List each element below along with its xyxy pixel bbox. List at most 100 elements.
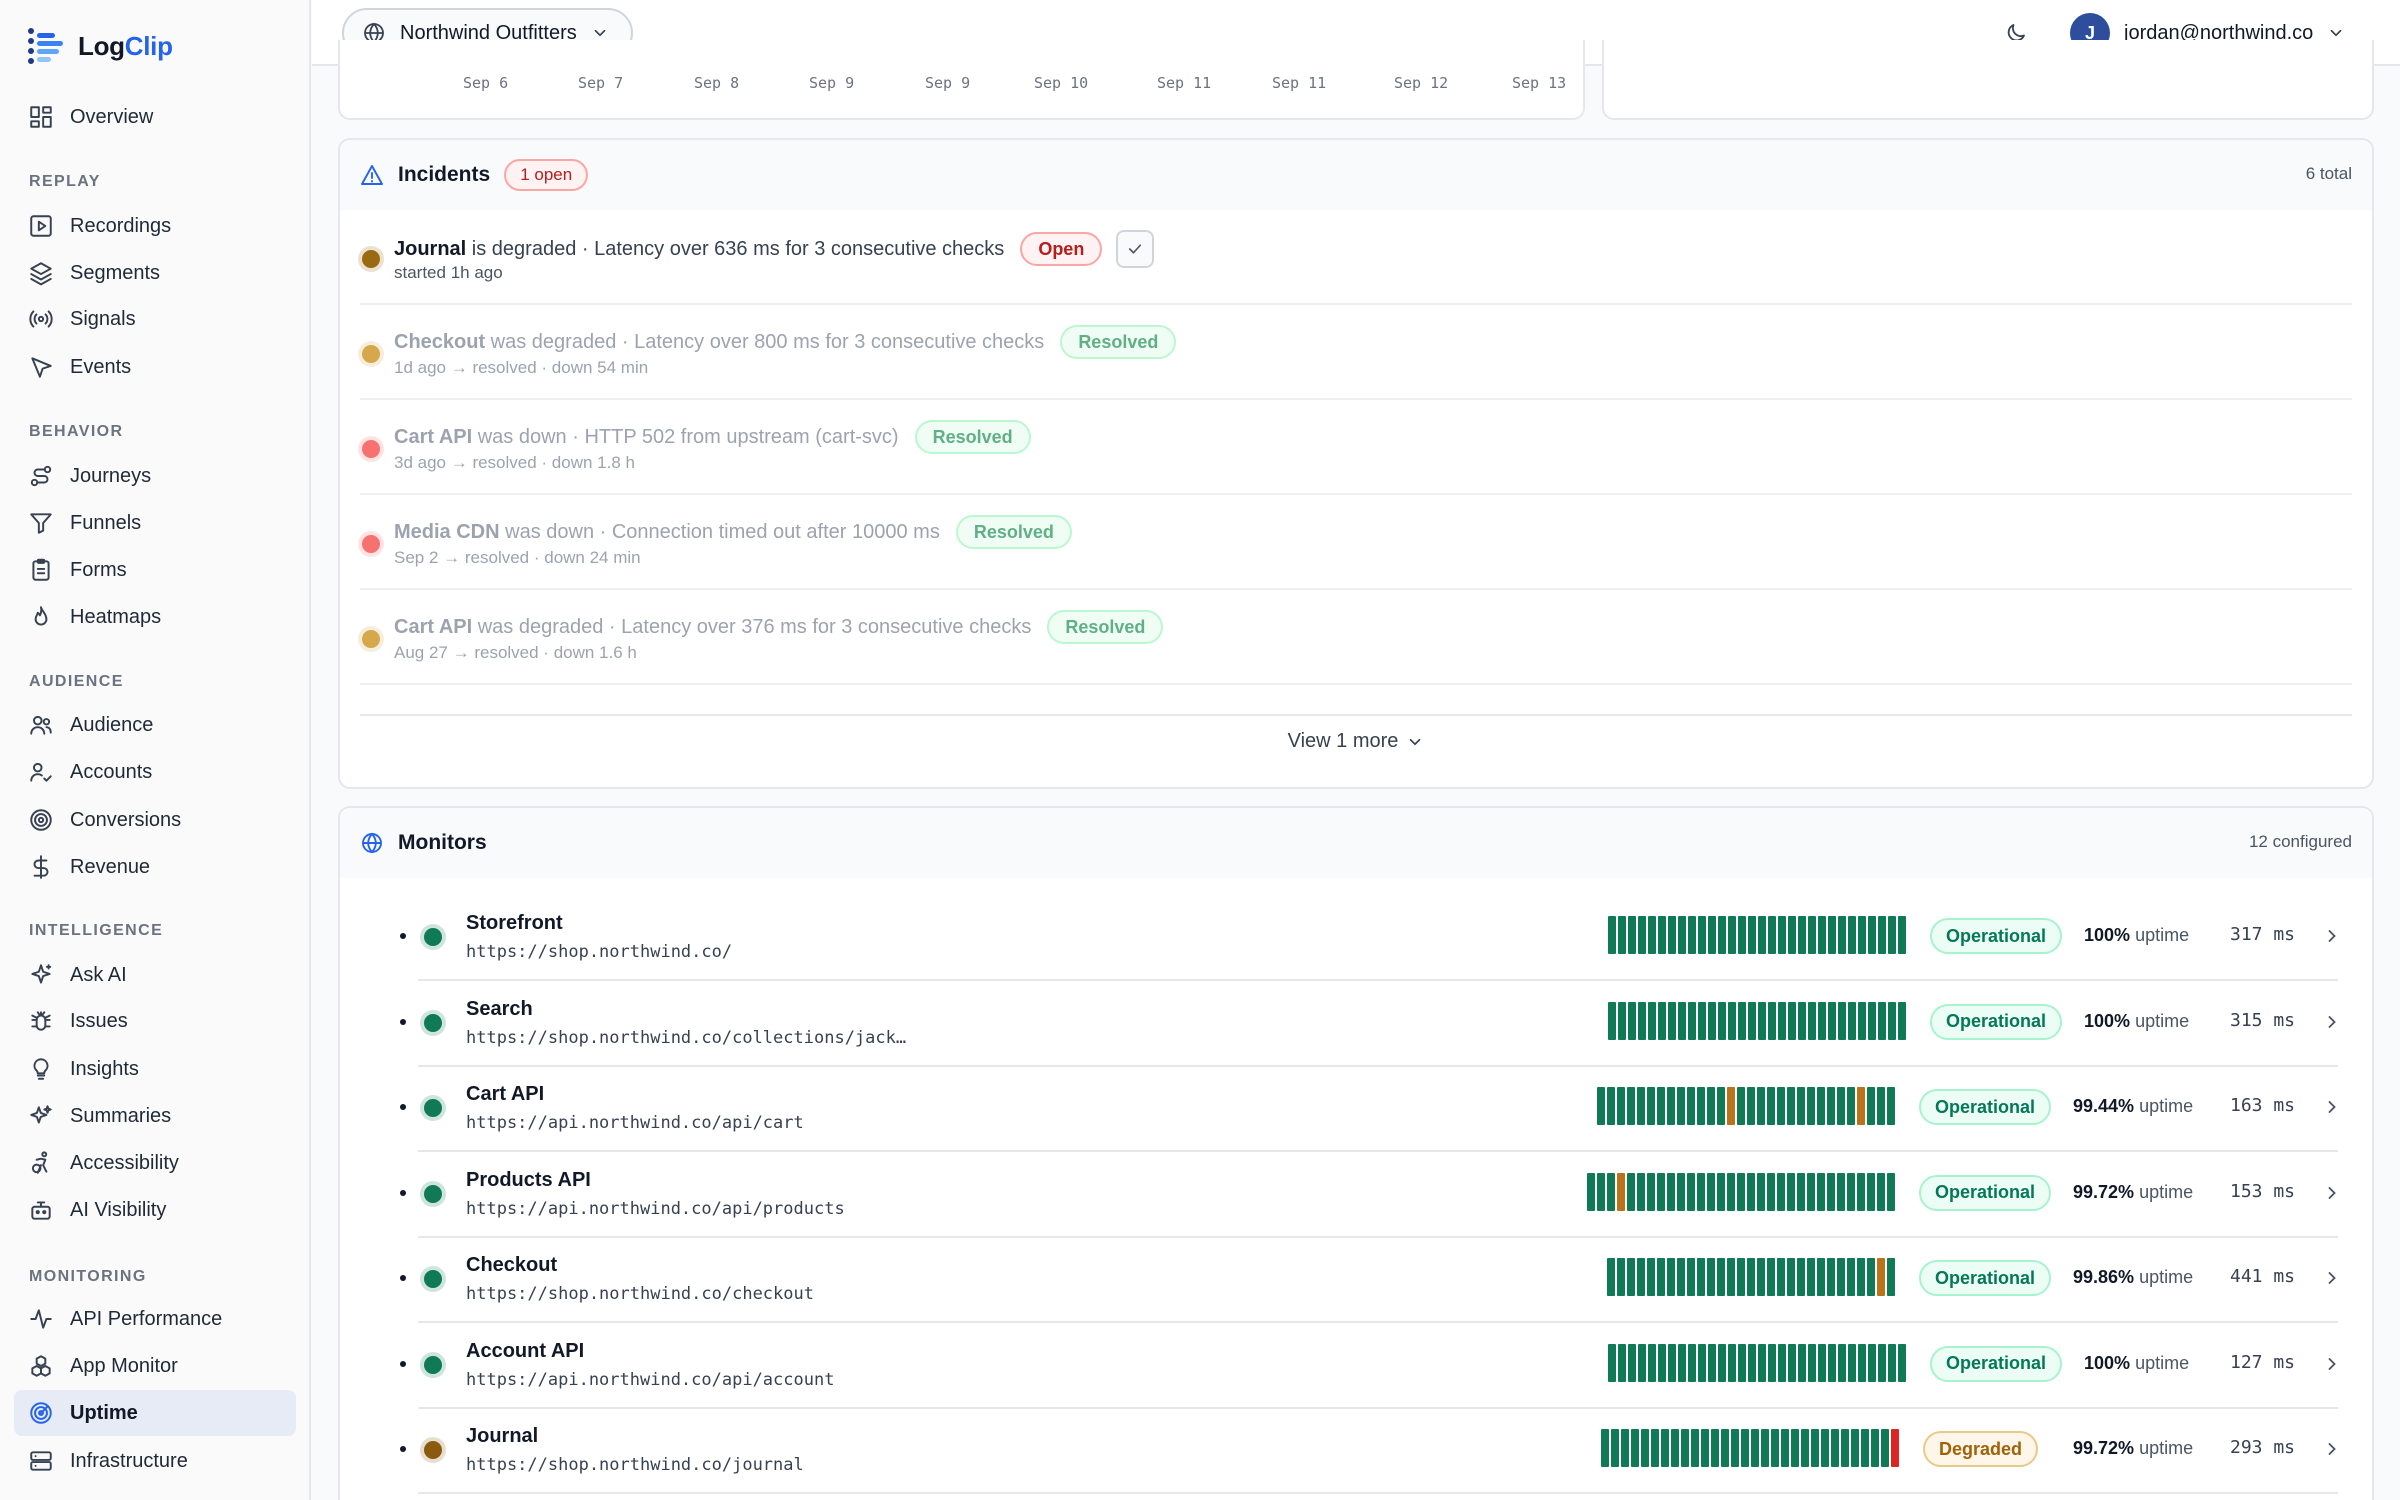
uptime-bar[interactable]: [1798, 1001, 1806, 1040]
uptime-bar[interactable]: [1627, 1258, 1635, 1296]
uptime-bar[interactable]: [1738, 1001, 1746, 1040]
uptime-bar[interactable]: [1788, 916, 1796, 954]
sidebar-item-events[interactable]: Events: [14, 344, 296, 390]
uptime-bar[interactable]: [1688, 916, 1696, 954]
uptime-bar[interactable]: [1677, 1258, 1685, 1296]
uptime-bar[interactable]: [1667, 1258, 1675, 1296]
chevron-right-icon[interactable]: [2322, 1439, 2342, 1459]
uptime-bar[interactable]: [1787, 1258, 1795, 1296]
uptime-bar[interactable]: [1798, 916, 1806, 954]
uptime-bar[interactable]: [1877, 1172, 1885, 1211]
uptime-bar[interactable]: [1781, 1429, 1789, 1467]
uptime-bar[interactable]: [1888, 1001, 1896, 1040]
uptime-bar[interactable]: [1688, 1343, 1696, 1382]
uptime-bar[interactable]: [1657, 1087, 1665, 1125]
uptime-bar[interactable]: [1797, 1172, 1805, 1211]
uptime-bar[interactable]: [1787, 1172, 1795, 1211]
uptime-bar[interactable]: [1747, 1172, 1755, 1211]
chevron-right-icon[interactable]: [2322, 1097, 2342, 1117]
uptime-bar[interactable]: [1887, 1087, 1895, 1125]
uptime-bar[interactable]: [1878, 916, 1886, 954]
uptime-bar[interactable]: [1678, 916, 1686, 954]
uptime-bar[interactable]: [1857, 1087, 1865, 1125]
uptime-bar[interactable]: [1677, 1087, 1685, 1125]
uptime-bar[interactable]: [1737, 1258, 1745, 1296]
uptime-bar[interactable]: [1848, 916, 1856, 954]
uptime-bar[interactable]: [1707, 1172, 1715, 1211]
uptime-bar[interactable]: [1681, 1429, 1689, 1467]
sidebar-item-audience[interactable]: Audience: [14, 702, 296, 748]
uptime-bar[interactable]: [1827, 1258, 1835, 1296]
monitor-row[interactable]: Account API https://api.northwind.co/api/…: [400, 1324, 2338, 1409]
uptime-bar[interactable]: [1757, 1172, 1765, 1211]
uptime-bar[interactable]: [1717, 1172, 1725, 1211]
uptime-bar[interactable]: [1627, 1087, 1635, 1125]
uptime-bar[interactable]: [1757, 1258, 1765, 1296]
uptime-bar[interactable]: [1668, 1343, 1676, 1382]
uptime-bar[interactable]: [1641, 1429, 1649, 1467]
uptime-bar[interactable]: [1817, 1172, 1825, 1211]
uptime-bar[interactable]: [1777, 1087, 1785, 1125]
uptime-bar[interactable]: [1728, 1343, 1736, 1382]
sidebar-item-accessibility[interactable]: Accessibility: [14, 1140, 296, 1186]
uptime-bar[interactable]: [1747, 1087, 1755, 1125]
incident-row[interactable]: Cart API was degraded · Latency over 376…: [360, 590, 2352, 685]
uptime-bar[interactable]: [1768, 916, 1776, 954]
sidebar-item-summaries[interactable]: Summaries: [14, 1093, 296, 1139]
logo[interactable]: LogClip: [28, 26, 173, 66]
uptime-bar[interactable]: [1738, 1343, 1746, 1382]
uptime-bar[interactable]: [1777, 1258, 1785, 1296]
uptime-bar[interactable]: [1751, 1429, 1759, 1467]
uptime-bar[interactable]: [1827, 1172, 1835, 1211]
uptime-bar[interactable]: [1678, 1001, 1686, 1040]
uptime-bar[interactable]: [1867, 1258, 1875, 1296]
uptime-bar[interactable]: [1887, 1258, 1895, 1296]
uptime-bar[interactable]: [1637, 1172, 1645, 1211]
uptime-bar[interactable]: [1778, 1001, 1786, 1040]
uptime-bar[interactable]: [1611, 1429, 1619, 1467]
uptime-bar[interactable]: [1808, 1001, 1816, 1040]
uptime-bar[interactable]: [1657, 1172, 1665, 1211]
uptime-bar[interactable]: [1687, 1087, 1695, 1125]
uptime-bar[interactable]: [1797, 1087, 1805, 1125]
monitor-row[interactable]: Storefront https://shop.northwind.co/Oper…: [400, 896, 2338, 981]
uptime-bar[interactable]: [1767, 1258, 1775, 1296]
chevron-right-icon[interactable]: [2322, 926, 2342, 946]
uptime-bar[interactable]: [1608, 916, 1616, 954]
uptime-bar[interactable]: [1718, 1001, 1726, 1040]
uptime-bar[interactable]: [1631, 1429, 1639, 1467]
uptime-bar[interactable]: [1838, 1001, 1846, 1040]
uptime-bar[interactable]: [1847, 1087, 1855, 1125]
uptime-bar[interactable]: [1668, 916, 1676, 954]
uptime-bar[interactable]: [1748, 1343, 1756, 1382]
acknowledge-button[interactable]: [1116, 230, 1155, 268]
uptime-bar[interactable]: [1787, 1087, 1795, 1125]
uptime-bar[interactable]: [1607, 1087, 1615, 1125]
uptime-bar[interactable]: [1677, 1172, 1685, 1211]
uptime-bar[interactable]: [1657, 1258, 1665, 1296]
uptime-bar[interactable]: [1717, 1258, 1725, 1296]
uptime-bar[interactable]: [1617, 1087, 1625, 1125]
uptime-bar[interactable]: [1607, 1172, 1615, 1211]
uptime-bar[interactable]: [1621, 1429, 1629, 1467]
uptime-bar[interactable]: [1708, 1001, 1716, 1040]
uptime-bar[interactable]: [1707, 1087, 1715, 1125]
uptime-bar[interactable]: [1638, 916, 1646, 954]
monitor-row[interactable]: Journal https://shop.northwind.co/journal…: [400, 1409, 2338, 1494]
sidebar-item-forms[interactable]: Forms: [14, 547, 296, 593]
uptime-bar[interactable]: [1818, 916, 1826, 954]
uptime-bar[interactable]: [1857, 1172, 1865, 1211]
uptime-bar[interactable]: [1697, 1087, 1705, 1125]
uptime-bar[interactable]: [1771, 1429, 1779, 1467]
uptime-bar[interactable]: [1891, 1429, 1899, 1467]
uptime-bar[interactable]: [1888, 916, 1896, 954]
chevron-right-icon[interactable]: [2322, 1012, 2342, 1032]
uptime-bar[interactable]: [1838, 1343, 1846, 1382]
uptime-bar[interactable]: [1668, 1001, 1676, 1040]
uptime-bar[interactable]: [1618, 916, 1626, 954]
sidebar-item-app-monitor[interactable]: App Monitor: [14, 1343, 296, 1389]
uptime-bar[interactable]: [1888, 1343, 1896, 1382]
uptime-bar[interactable]: [1788, 1001, 1796, 1040]
sidebar-item-accounts[interactable]: Accounts: [14, 749, 296, 795]
uptime-bar[interactable]: [1698, 916, 1706, 954]
